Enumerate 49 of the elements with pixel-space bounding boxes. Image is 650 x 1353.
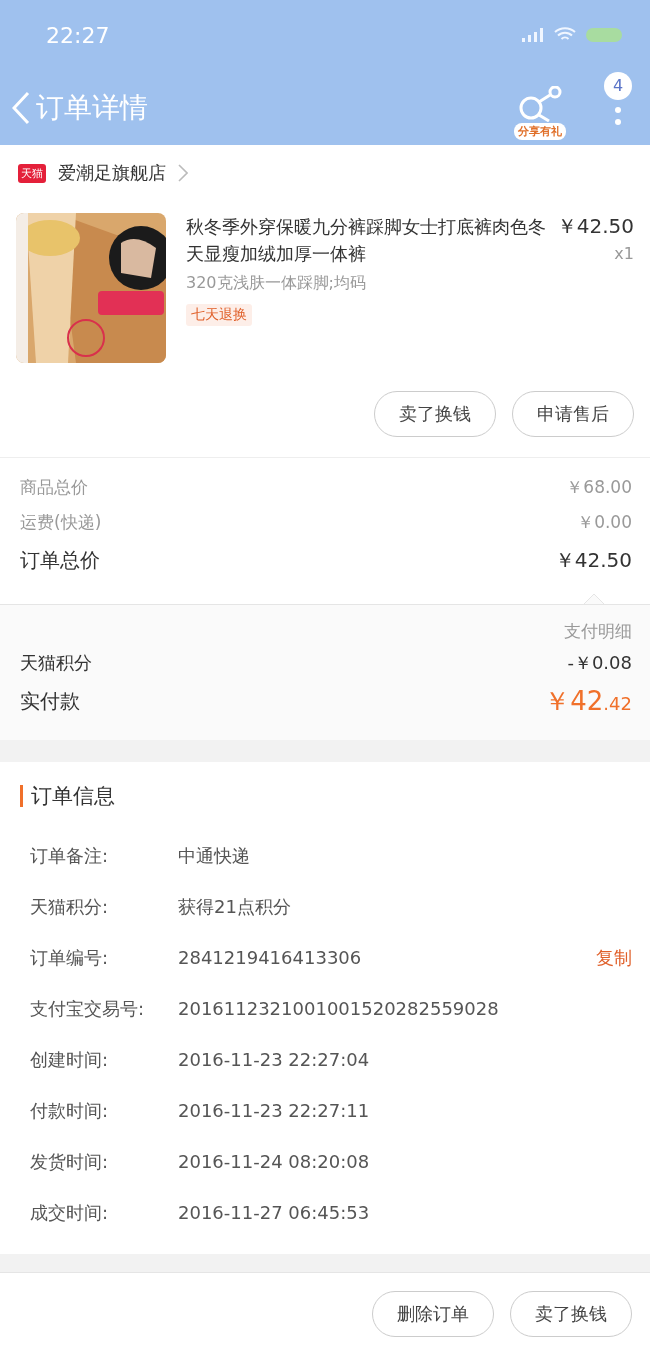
info-label: 创建时间: (30, 1047, 110, 1072)
page-title: 订单详情 (36, 89, 149, 126)
info-label: 支付宝交易号: (30, 996, 146, 1021)
info-label: 发货时间: (30, 1149, 110, 1174)
paid-amount: ￥42.42 (544, 684, 632, 718)
info-label: 订单备注: (30, 843, 110, 868)
summary-label: 商品总价 (20, 476, 88, 499)
info-value: 2016-11-23 22:27:04 (178, 1049, 371, 1070)
copy-link[interactable]: 复制 (596, 945, 632, 970)
summary-label: 订单总价 (20, 546, 100, 574)
message-count-badge: 4 (604, 71, 632, 100)
discount-label: 天猫积分 (20, 650, 92, 675)
store-row[interactable]: 天猫 爱潮足旗舰店 (16, 145, 634, 201)
quantity: x1 (614, 244, 634, 263)
store-name: 爱潮足旗舰店 (58, 161, 166, 185)
info-label: 成交时间: (30, 1200, 110, 1225)
product-variant: 320克浅肤一体踩脚;均码 (186, 273, 366, 294)
return-policy-tag: 七天退换 (186, 304, 252, 326)
chevron-right-icon (178, 164, 188, 182)
tmall-logo: 天猫 (18, 163, 46, 183)
share-icon[interactable] (517, 85, 563, 122)
info-value: 2016-11-27 06:45:53 (178, 1202, 371, 1223)
status-time: 22:27 (46, 22, 110, 48)
signal-icon (522, 28, 544, 42)
paid-label: 实付款 (20, 687, 80, 715)
action-button[interactable]: 卖了换钱 (510, 1291, 632, 1337)
info-label: 付款时间: (30, 1098, 110, 1123)
discount-value: -￥0.08 (567, 650, 632, 675)
summary-value: ￥0.00 (577, 511, 632, 534)
info-value: 2841219416413306 (178, 947, 363, 968)
info-value: 中通快递 (178, 843, 251, 868)
payment-details-title: 支付明细 (564, 620, 632, 643)
info-label: 天猫积分: (30, 894, 110, 919)
info-value: 2016-11-24 08:20:08 (178, 1151, 371, 1172)
info-value: 2016-11-23 22:27:11 (178, 1100, 371, 1121)
product-price: ￥42.50 (556, 213, 634, 240)
more-icon[interactable] (614, 105, 622, 126)
summary-value: ￥42.50 (554, 546, 632, 574)
summary-value: ￥68.00 (566, 476, 632, 499)
info-value: 获得21点积分 (178, 894, 292, 919)
product-title[interactable]: 秋冬季外穿保暖九分裤踩脚女士打底裤肉色冬天显瘦加绒加厚一体裤 (186, 213, 547, 267)
action-button[interactable]: 申请售后 (512, 391, 634, 437)
section-title: 订单信息 (31, 783, 115, 810)
action-button[interactable]: 删除订单 (372, 1291, 494, 1337)
summary-label: 运费(快递) (20, 511, 102, 534)
info-value: 2016112321001001520282559028 (178, 998, 500, 1019)
action-button[interactable]: 卖了换钱 (374, 391, 496, 437)
info-label: 订单编号: (30, 945, 110, 970)
battery-icon (586, 28, 622, 42)
